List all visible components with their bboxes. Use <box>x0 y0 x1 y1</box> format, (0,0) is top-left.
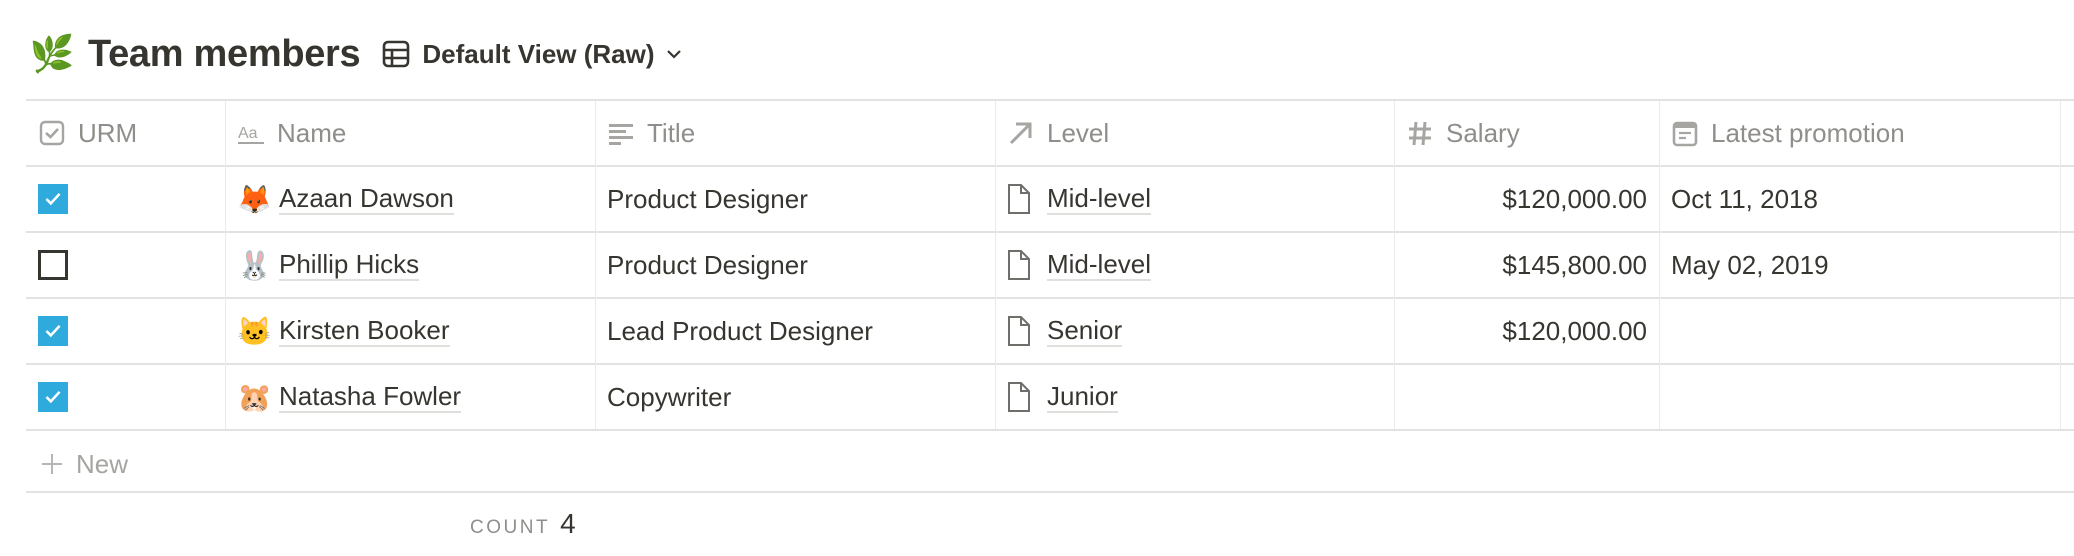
page-document-icon <box>1007 249 1031 281</box>
column-header-level[interactable]: Level <box>1007 101 1382 165</box>
column-header-urm[interactable]: URM <box>38 101 213 165</box>
title-cell[interactable]: Lead Product Designer <box>607 299 983 363</box>
svg-text:Aa: Aa <box>238 125 258 142</box>
urm-checkbox-checked[interactable] <box>38 316 68 346</box>
name-cell[interactable]: 🐹 Natasha Fowler <box>237 365 583 429</box>
number-hash-icon <box>1406 119 1434 147</box>
title-text: Lead Product Designer <box>607 315 873 346</box>
page-emoji-icon: 🦊 <box>237 183 272 215</box>
column-header-name[interactable]: Aa Name <box>237 101 583 165</box>
urm-cell[interactable] <box>38 167 213 231</box>
page-header: 🌿 Team members Default View (Raw) <box>30 26 683 82</box>
level-cell[interactable]: Mid-level <box>1007 167 1382 231</box>
column-header-label: Title <box>647 117 696 148</box>
urm-checkbox-unchecked[interactable] <box>38 250 68 280</box>
column-divider[interactable] <box>1394 101 1395 429</box>
level-relation-link[interactable]: Mid-level <box>1047 183 1152 215</box>
column-divider[interactable] <box>995 101 996 429</box>
promotion-date: May 02, 2019 <box>1671 249 1829 280</box>
level-cell[interactable]: Mid-level <box>1007 233 1382 297</box>
count-value: 4 <box>560 508 576 539</box>
title-cell[interactable]: Copywriter <box>607 365 983 429</box>
relation-arrow-icon <box>1007 119 1035 147</box>
urm-checkbox-checked[interactable] <box>38 184 68 214</box>
salary-value: $120,000.00 <box>1502 315 1647 346</box>
urm-cell[interactable] <box>38 365 213 429</box>
column-header-title[interactable]: Title <box>607 101 983 165</box>
table-icon <box>383 40 410 68</box>
calendar-icon <box>1671 119 1699 147</box>
column-divider[interactable] <box>1659 101 1660 429</box>
latest-promotion-cell[interactable]: May 02, 2019 <box>1671 233 2048 297</box>
salary-cell[interactable]: $120,000.00 <box>1406 299 1647 363</box>
salary-cell[interactable] <box>1406 365 1647 429</box>
text-title-icon: Aa <box>237 119 265 147</box>
member-name-link[interactable]: Natasha Fowler <box>279 381 462 413</box>
name-cell[interactable]: 🦊 Azaan Dawson <box>237 167 583 231</box>
title-cell[interactable]: Product Designer <box>607 167 983 231</box>
checkbox-property-icon <box>38 119 66 147</box>
chevron-down-icon <box>666 50 681 59</box>
view-switcher[interactable]: Default View (Raw) <box>382 39 682 70</box>
page-emoji-icon: 🐱 <box>237 315 272 347</box>
page-emoji-icon: 🐹 <box>237 381 272 413</box>
new-row-divider <box>26 491 2074 493</box>
column-header-label: Name <box>277 117 347 148</box>
view-label: Default View (Raw) <box>422 38 655 69</box>
level-relation-link[interactable]: Senior <box>1047 315 1123 347</box>
herb-icon[interactable]: 🌿 <box>30 32 75 76</box>
salary-value: $145,800.00 <box>1502 249 1647 280</box>
column-header-salary[interactable]: Salary <box>1406 101 1647 165</box>
salary-value: $120,000.00 <box>1502 183 1647 214</box>
urm-cell[interactable] <box>38 233 213 297</box>
level-relation-link[interactable]: Mid-level <box>1047 249 1152 281</box>
title-text: Copywriter <box>607 381 732 412</box>
column-header-latest-promotion[interactable]: Latest promotion <box>1671 101 2048 165</box>
name-cell[interactable]: 🐰 Phillip Hicks <box>237 233 583 297</box>
column-divider[interactable] <box>595 101 596 429</box>
count-label: COUNT <box>470 517 551 538</box>
salary-cell[interactable]: $120,000.00 <box>1406 167 1647 231</box>
page-document-icon <box>1007 183 1031 215</box>
latest-promotion-cell[interactable] <box>1671 299 2048 363</box>
member-name-link[interactable]: Azaan Dawson <box>279 183 454 215</box>
page-document-icon <box>1007 315 1031 347</box>
promotion-date: Oct 11, 2018 <box>1671 183 1818 214</box>
column-header-label: Latest promotion <box>1711 117 1905 148</box>
row-divider <box>26 429 2074 431</box>
page-document-icon <box>1007 381 1031 413</box>
text-lines-icon <box>607 119 635 147</box>
member-name-link[interactable]: Phillip Hicks <box>279 249 420 281</box>
new-row-label: New <box>76 448 129 479</box>
new-row-button[interactable]: New <box>40 434 128 494</box>
level-relation-link[interactable]: Junior <box>1047 381 1118 413</box>
level-cell[interactable]: Senior <box>1007 299 1382 363</box>
member-name-link[interactable]: Kirsten Booker <box>279 315 450 347</box>
latest-promotion-cell[interactable] <box>1671 365 2048 429</box>
latest-promotion-cell[interactable]: Oct 11, 2018 <box>1671 167 2048 231</box>
page-title[interactable]: Team members <box>88 33 361 76</box>
name-cell[interactable]: 🐱 Kirsten Booker <box>237 299 583 363</box>
salary-cell[interactable]: $145,800.00 <box>1406 233 1647 297</box>
count-summary[interactable]: COUNT 4 <box>470 508 576 540</box>
column-header-label: Level <box>1047 117 1110 148</box>
column-divider[interactable] <box>225 101 226 429</box>
column-divider[interactable] <box>2060 101 2061 429</box>
plus-icon <box>42 454 62 474</box>
urm-checkbox-checked[interactable] <box>38 382 68 412</box>
urm-cell[interactable] <box>38 299 213 363</box>
title-cell[interactable]: Product Designer <box>607 233 983 297</box>
level-cell[interactable]: Junior <box>1007 365 1382 429</box>
column-header-label: Salary <box>1446 117 1520 148</box>
title-text: Product Designer <box>607 249 808 280</box>
column-header-label: URM <box>78 117 138 148</box>
title-text: Product Designer <box>607 183 808 214</box>
page-emoji-icon: 🐰 <box>237 249 272 281</box>
